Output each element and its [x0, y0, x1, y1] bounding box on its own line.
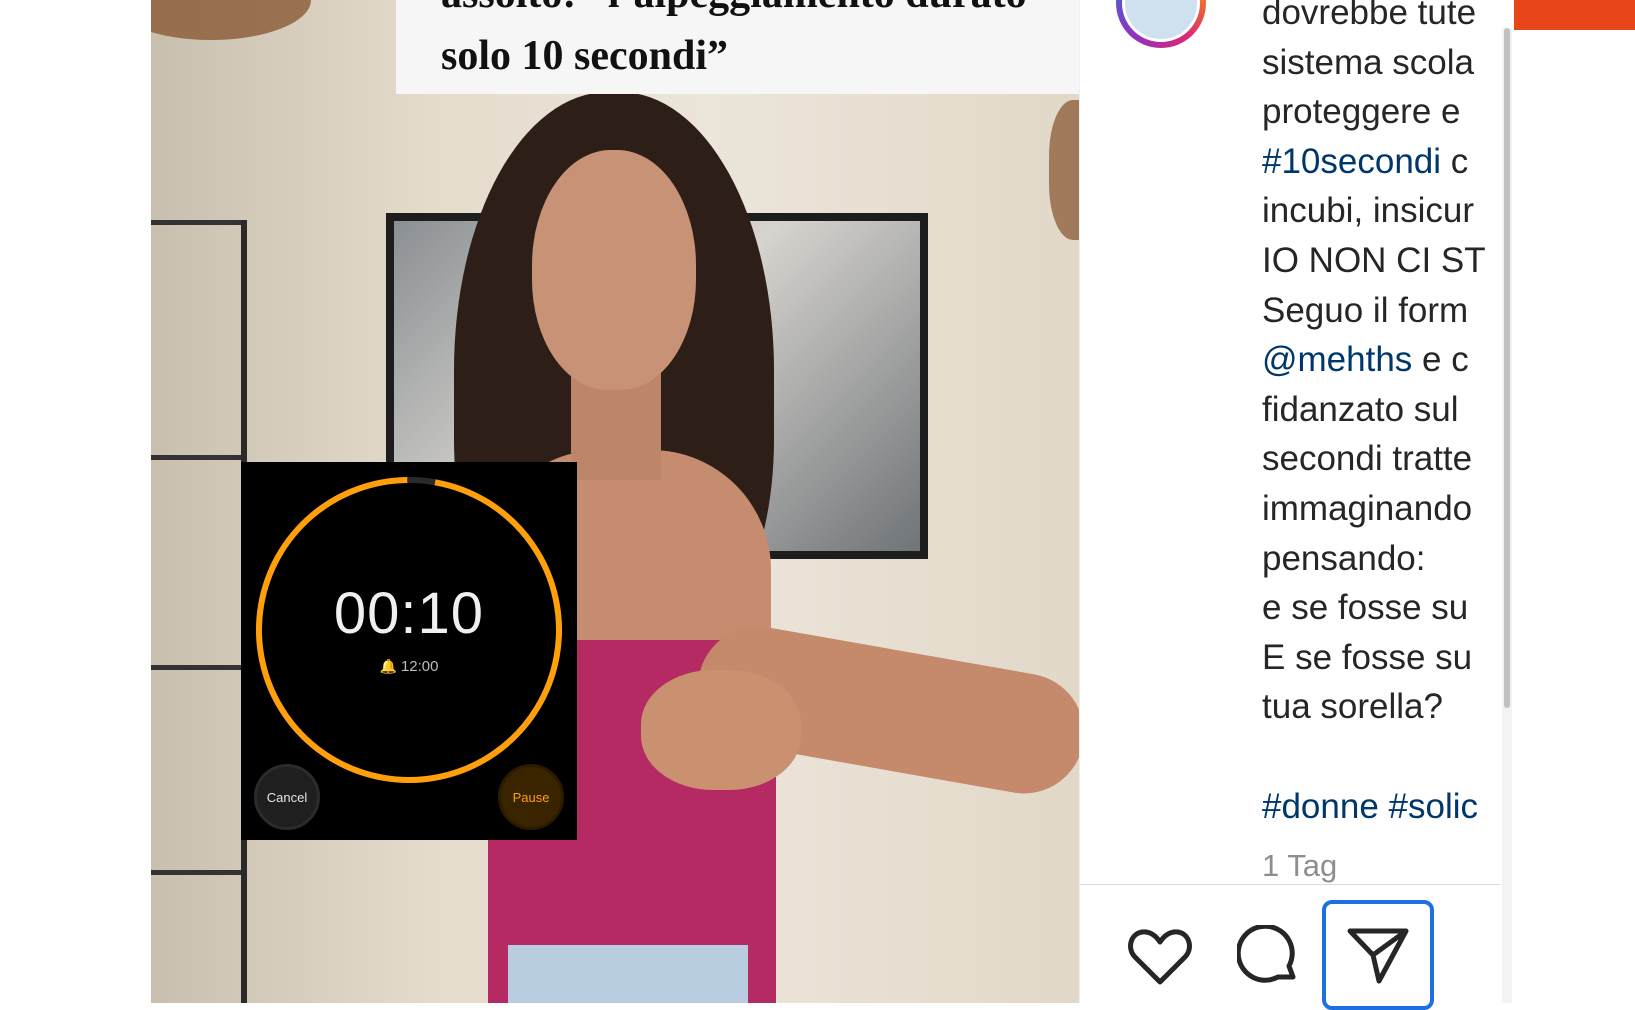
shelf — [151, 455, 241, 460]
timer-cancel-button[interactable]: Cancel — [254, 764, 320, 830]
avatar-image — [1122, 0, 1200, 42]
lamp-decor-right — [1049, 100, 1079, 240]
like-button[interactable] — [1125, 922, 1195, 992]
caption-line: fidanzato sul — [1262, 385, 1502, 435]
person-face — [532, 150, 696, 390]
caption-text: immaginando — [1262, 488, 1473, 528]
caption-line: pensando: — [1262, 534, 1502, 584]
caption-line: @mehths e c — [1262, 335, 1502, 385]
post-side-panel: dovrebbe tute sistema scola proteggere e #1… — [1079, 0, 1515, 1010]
caption-text: e c — [1412, 340, 1469, 380]
caption-line: dovrebbe tute — [1262, 0, 1502, 38]
post-time-ago[interactable]: 1 Tag — [1262, 848, 1337, 884]
shelf — [151, 870, 241, 875]
timer-time: 00:10 — [333, 581, 485, 646]
jeans — [508, 945, 748, 1003]
caption-text: Seguo il form — [1262, 290, 1469, 330]
caption-line: proteggere e — [1262, 87, 1502, 137]
caption-link[interactable]: #donne #solic — [1262, 787, 1478, 826]
left-margin — [0, 0, 151, 1003]
caption-line: #donne #solic — [1262, 782, 1502, 832]
caption-text: IO NON CI ST — [1262, 240, 1486, 280]
bookshelf — [151, 220, 247, 1003]
caption-link[interactable]: @mehths — [1262, 340, 1412, 379]
caption-text — [1262, 737, 1272, 776]
caption-line: incubi, insicur — [1262, 186, 1502, 236]
caption-text: e se fosse su — [1262, 588, 1469, 628]
post-actions — [1080, 885, 1500, 1010]
caption-text: c — [1441, 141, 1469, 181]
bell-icon: 🔔 — [379, 658, 397, 674]
shelf — [151, 220, 241, 225]
scrollbar-thumb[interactable] — [1504, 28, 1510, 708]
caption-line: Seguo il form — [1262, 286, 1502, 336]
send-icon — [1347, 928, 1409, 984]
timer-alarm: 🔔 12:00 — [241, 658, 577, 675]
caption-line: immaginando — [1262, 484, 1502, 534]
caption-link[interactable]: #10secondi — [1262, 142, 1441, 181]
caption-text: E se fosse su — [1262, 637, 1473, 677]
caption-line: tua sorella? — [1262, 682, 1502, 732]
caption-line-1: assolto: “l’alpeggiamento durato — [441, 0, 1027, 18]
post-caption: dovrebbe tute sistema scola proteggere e #1… — [1262, 0, 1502, 831]
caption-text: incubi, insicur — [1262, 191, 1475, 231]
avatar[interactable] — [1116, 0, 1206, 48]
caption-line — [1262, 732, 1502, 782]
shelf — [151, 665, 241, 670]
caption-text: sistema scola — [1262, 42, 1475, 82]
comment-icon — [1237, 925, 1296, 983]
caption-line: secondi tratte — [1262, 434, 1502, 484]
lamp-decor — [151, 0, 311, 40]
caption-text: fidanzato sul — [1262, 389, 1459, 429]
caption-text: proteggere e — [1262, 92, 1461, 132]
caption-text: pensando: — [1262, 538, 1426, 578]
caption-line: #10secondi c — [1262, 137, 1502, 187]
caption-line: sistema scola — [1262, 38, 1502, 88]
timer-pause-button[interactable]: Pause — [498, 764, 564, 830]
heart-icon — [1128, 929, 1192, 985]
caption-line: e se fosse su — [1262, 583, 1502, 633]
comment-button[interactable] — [1234, 922, 1304, 992]
caption-text: tua sorella? — [1262, 687, 1443, 727]
accent-bar — [1514, 0, 1635, 30]
caption-line: E se fosse su — [1262, 633, 1502, 683]
caption-text: dovrebbe tute — [1262, 0, 1477, 32]
caption-line-2: solo 10 secondi” — [441, 33, 729, 79]
alarm-time: 12:00 — [400, 658, 439, 675]
right-strip — [1514, 0, 1635, 1003]
caption-text: secondi tratte — [1262, 439, 1473, 479]
share-button[interactable] — [1322, 900, 1434, 1010]
hand — [641, 670, 801, 790]
video-caption: assolto: “l’alpeggiamento durato solo 10… — [396, 0, 1079, 94]
caption-line: IO NON CI ST — [1262, 236, 1502, 286]
timer-overlay: 00:10 🔔 12:00 Cancel Pause — [241, 462, 577, 840]
